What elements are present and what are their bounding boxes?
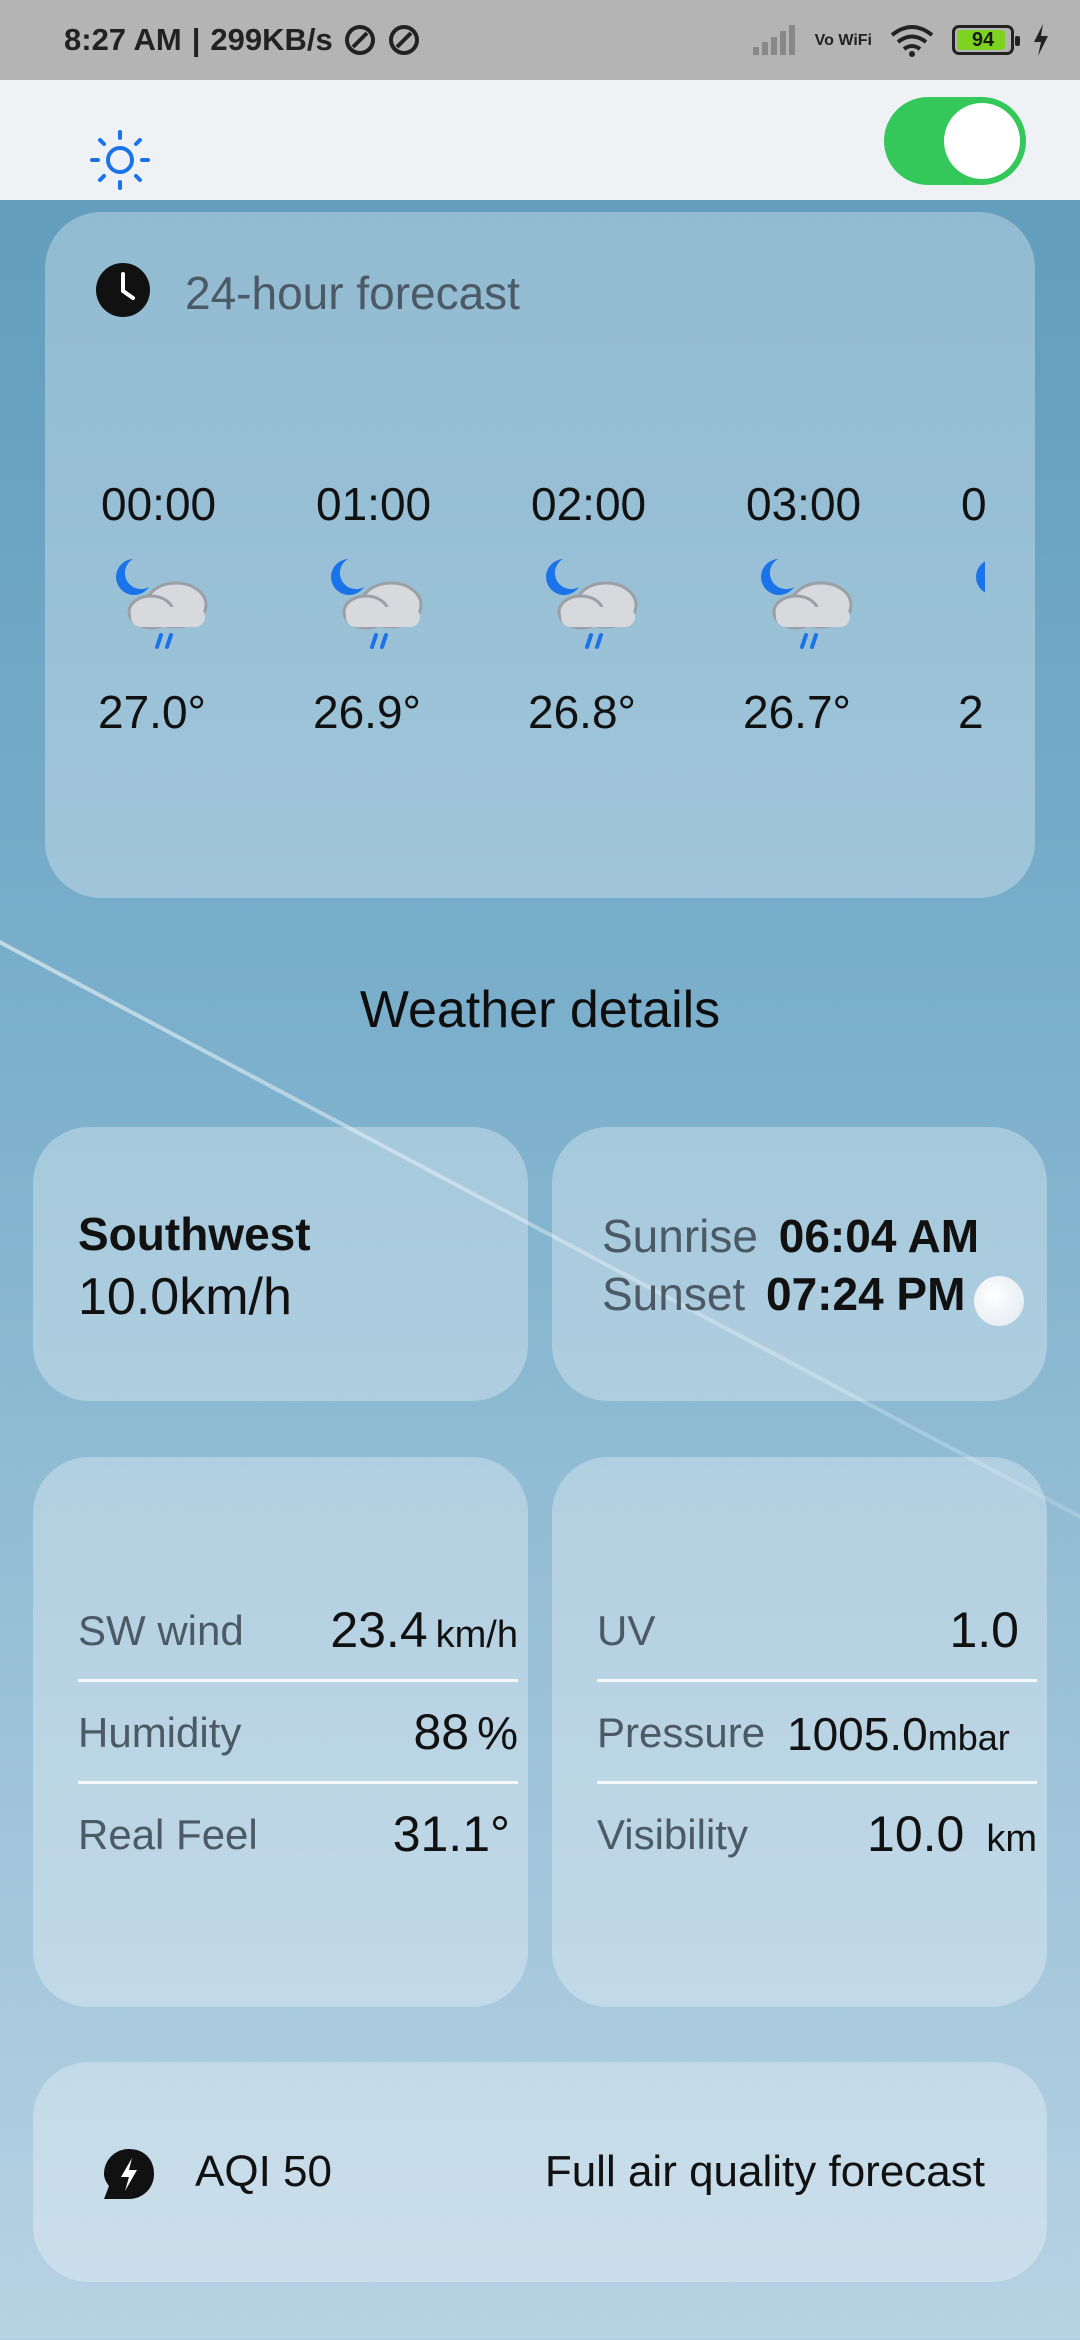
hour-item[interactable]: 00:00 27.0°: [98, 477, 271, 738]
divider: [597, 1679, 1037, 1682]
status-separator: |: [191, 22, 201, 57]
night-rain-icon: [326, 557, 436, 662]
clock-icon: [95, 262, 151, 323]
weather-details-title: Weather details: [359, 981, 721, 1039]
stat-number: 23.4: [330, 1602, 428, 1658]
sunset-row: Sunset 07:24 PM: [602, 1267, 965, 1321]
aqi-value: AQI 50: [195, 2147, 332, 2196]
hour-time: 01:00: [316, 478, 432, 530]
hour-time: 03:00: [746, 478, 862, 530]
stat-value: 1.0: [949, 1601, 1027, 1659]
stat-row: Real Feel 31.1°: [78, 1791, 518, 1891]
hour-temp: 26.9°: [313, 686, 421, 738]
stat-label: Humidity: [78, 1709, 242, 1756]
charging-icon: [1032, 24, 1050, 56]
divider: [597, 1781, 1037, 1784]
sunset-time: 07:24 PM: [766, 1268, 966, 1320]
battery-level: 94: [971, 28, 995, 51]
aqi-card[interactable]: AQI 50 Full air quality forecast: [33, 2062, 1047, 2282]
night-rain-icon: [971, 557, 985, 662]
hour-item[interactable]: 02:00 26.8°: [528, 477, 701, 738]
hour-time: 00:00: [101, 478, 217, 530]
signal-icon: [752, 25, 797, 55]
hour-temp: 26.7°: [743, 686, 851, 738]
full-air-quality-link[interactable]: Full air quality forecast: [545, 2147, 985, 2197]
stat-value: 10.0 km: [867, 1805, 1037, 1863]
stat-number: 88: [413, 1704, 470, 1760]
stat-unit: %: [477, 1707, 518, 1759]
moon-icon: [974, 1276, 1024, 1326]
theme-toggle[interactable]: [884, 97, 1026, 185]
uv-pressure-card: UV 1.0 Pressure 1005.0mbar Visibility 10…: [552, 1457, 1047, 2007]
sun-times-card: Sunrise 06:04 AM Sunset 07:24 PM: [552, 1127, 1047, 1401]
stat-label: Real Feel: [78, 1811, 258, 1858]
battery-icon: 94: [952, 25, 1020, 55]
hour-item[interactable]: 03:00 26.7°: [743, 477, 916, 738]
hour-temp: 27.0°: [98, 686, 206, 738]
sunrise-row: Sunrise 06:04 AM: [602, 1209, 979, 1263]
stat-label: SW wind: [78, 1607, 244, 1654]
stat-row: Visibility 10.0 km: [597, 1791, 1037, 1891]
aqi-leaf-icon: [101, 2146, 157, 2207]
stat-unit: mbar: [927, 1717, 1010, 1758]
stat-label: UV: [597, 1607, 656, 1654]
sunset-label: Sunset: [602, 1268, 746, 1320]
night-rain-icon: [541, 557, 651, 662]
sunrise-label: Sunrise: [602, 1210, 758, 1262]
sync-icon: [343, 23, 377, 57]
hour-temp: 26.6°: [958, 686, 985, 738]
vowifi-indicator: Vo WiFi: [814, 31, 872, 49]
stat-label: Pressure: [597, 1709, 766, 1756]
forecast-title: 24-hour forecast: [185, 266, 520, 319]
stat-value: 88%: [413, 1703, 518, 1761]
hour-temp: 26.8°: [528, 686, 636, 738]
sync-icon: [387, 23, 421, 57]
wind-humidity-card: SW wind 23.4 km/h Humidity 88% Real Feel …: [33, 1457, 528, 2007]
wind-direction: Southwest: [78, 1208, 311, 1260]
stat-row: SW wind 23.4 km/h: [78, 1587, 518, 1687]
stat-value: 23.4 km/h: [330, 1601, 518, 1659]
wind-speed: 10.0km/h: [78, 1268, 292, 1326]
sunrise-time: 06:04 AM: [778, 1210, 980, 1262]
theme-sun-icon[interactable]: [88, 128, 152, 192]
stat-unit: km/h: [435, 1614, 518, 1656]
wind-card: Southwest 10.0km/h: [33, 1127, 528, 1401]
wifi-icon: [890, 23, 934, 57]
night-rain-icon: [111, 557, 221, 662]
hour-time: 04:00: [961, 478, 985, 530]
night-rain-icon: [756, 557, 866, 662]
stat-unit: km: [986, 1818, 1037, 1860]
hourly-list[interactable]: 00:00 27.0° 01:00 26.9° 02:00 26.8° 03:0…: [45, 477, 985, 777]
stat-number: 1.0: [949, 1602, 1019, 1658]
toggle-knob: [944, 103, 1020, 179]
stat-number: 10.0: [867, 1806, 965, 1862]
stat-label: Visibility: [597, 1811, 748, 1858]
stat-row: Pressure 1005.0mbar: [597, 1689, 1037, 1789]
hour-item[interactable]: 04:00 26.6°: [958, 477, 985, 738]
stat-number: 31.1°: [392, 1806, 510, 1862]
stat-row: UV 1.0: [597, 1587, 1037, 1687]
status-bar: 8:27 AM | 299KB/s Vo WiFi 94: [0, 0, 1080, 80]
divider: [78, 1781, 518, 1784]
stat-number: 1005.0: [787, 1708, 928, 1760]
stat-value: 31.1°: [393, 1805, 518, 1863]
hour-item[interactable]: 01:00 26.9°: [313, 477, 486, 738]
stat-row: Humidity 88%: [78, 1689, 518, 1789]
divider: [78, 1679, 518, 1682]
status-time: 8:27 AM: [64, 22, 182, 57]
stat-value: 1005.0mbar: [787, 1707, 1010, 1761]
hour-time: 02:00: [531, 478, 647, 530]
forecast-card: 24-hour forecast 00:00 27.0° 01:00 26.9°…: [45, 212, 1035, 898]
status-speed: 299KB/s: [210, 22, 333, 57]
